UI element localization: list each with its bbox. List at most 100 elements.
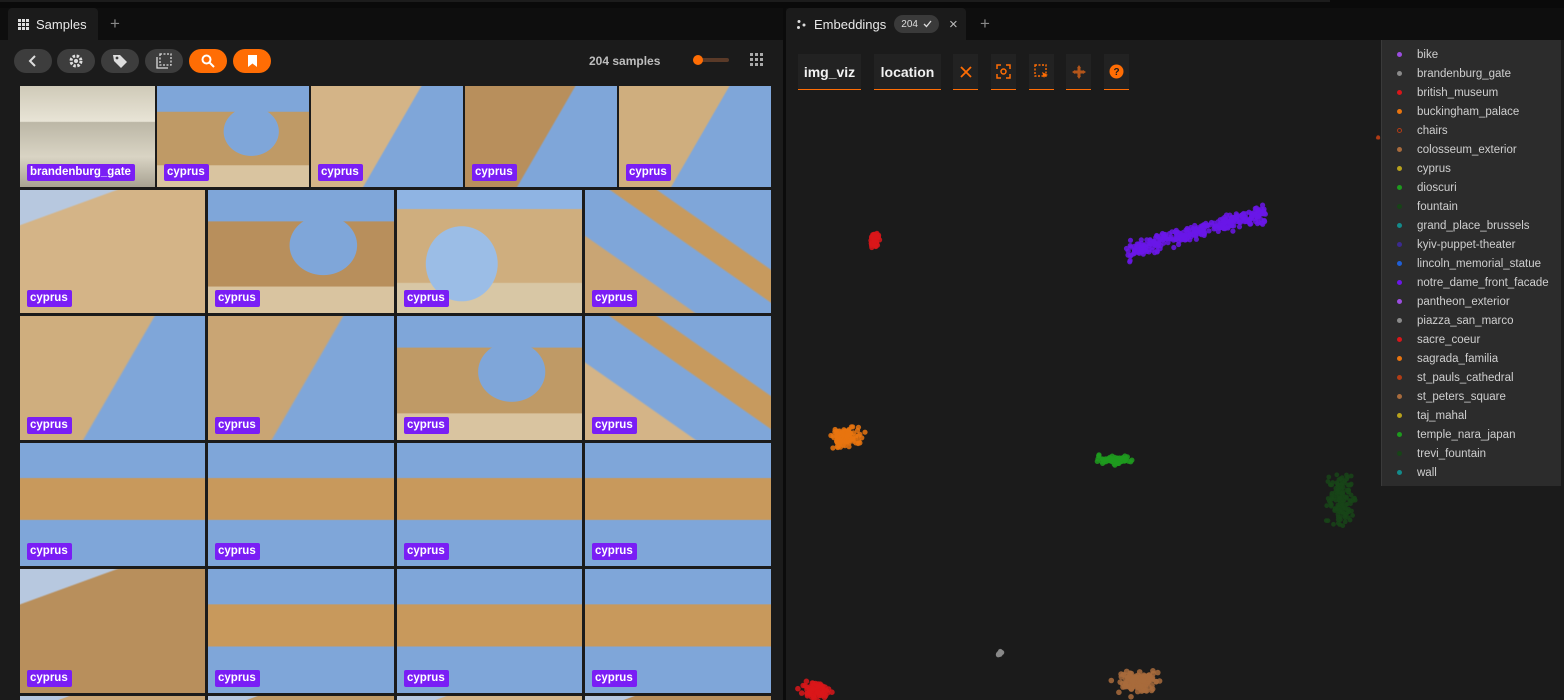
embedding-point[interactable] bbox=[1206, 228, 1212, 234]
embedding-point[interactable] bbox=[1334, 472, 1340, 478]
embedding-point[interactable] bbox=[1169, 229, 1175, 235]
sample-tile[interactable]: cyprus bbox=[619, 86, 771, 187]
legend-item[interactable]: sacre_coeur bbox=[1382, 330, 1561, 349]
embedding-point[interactable] bbox=[1176, 241, 1182, 248]
embedding-point[interactable] bbox=[855, 440, 861, 447]
embedding-point[interactable] bbox=[1127, 237, 1134, 243]
sample-tile[interactable]: cyprus bbox=[397, 316, 582, 440]
sample-tile[interactable]: cyprus bbox=[397, 443, 582, 566]
embedding-point[interactable] bbox=[1246, 220, 1253, 226]
embedding-point[interactable] bbox=[795, 685, 801, 692]
embedding-point[interactable] bbox=[828, 432, 834, 439]
cluster-buckingham_palace[interactable] bbox=[828, 424, 868, 451]
embedding-point[interactable] bbox=[1323, 518, 1329, 523]
legend-item[interactable]: notre_dame_front_facade bbox=[1382, 273, 1561, 292]
embedding-point[interactable] bbox=[997, 651, 1002, 656]
embedding-point[interactable] bbox=[1167, 236, 1173, 242]
clear-selection-button[interactable] bbox=[953, 54, 978, 90]
embedding-point[interactable] bbox=[1154, 249, 1160, 255]
embedding-point[interactable] bbox=[1241, 210, 1247, 217]
embedding-point[interactable] bbox=[1107, 456, 1113, 462]
embedding-point[interactable] bbox=[848, 424, 854, 430]
search-button[interactable] bbox=[189, 49, 227, 73]
color-by-selector[interactable]: location bbox=[874, 54, 941, 90]
fit-view-button[interactable] bbox=[991, 54, 1016, 90]
add-panel-button-right[interactable]: + bbox=[970, 8, 1000, 40]
legend-item[interactable]: wall bbox=[1382, 463, 1561, 482]
embedding-point[interactable] bbox=[1146, 684, 1152, 690]
grid-zoom-slider[interactable] bbox=[693, 55, 729, 65]
embedding-point[interactable] bbox=[845, 432, 851, 438]
embedding-point[interactable] bbox=[873, 243, 879, 250]
cluster-sacre_coeur[interactable] bbox=[795, 678, 835, 700]
patches-button[interactable] bbox=[145, 49, 183, 73]
tag-button[interactable] bbox=[101, 49, 139, 73]
embedding-point[interactable] bbox=[825, 686, 832, 692]
embedding-point[interactable] bbox=[1140, 243, 1146, 249]
embedding-point[interactable] bbox=[1345, 474, 1350, 480]
embedding-point[interactable] bbox=[1146, 673, 1152, 679]
embedding-point[interactable] bbox=[1348, 482, 1353, 488]
embedding-point[interactable] bbox=[1346, 487, 1352, 493]
embedding-point[interactable] bbox=[1133, 674, 1140, 681]
sample-tile[interactable]: cyprus bbox=[20, 569, 205, 693]
saved-views-button[interactable] bbox=[233, 49, 271, 73]
embedding-point[interactable] bbox=[871, 239, 877, 245]
sample-tile[interactable]: cyprus bbox=[208, 569, 394, 693]
sample-tile[interactable]: cyprus bbox=[585, 569, 771, 693]
embedding-point[interactable] bbox=[1328, 482, 1334, 488]
embedding-point[interactable] bbox=[1124, 674, 1131, 681]
embedding-point[interactable] bbox=[1150, 668, 1156, 674]
legend-item[interactable]: sagrada_familia bbox=[1382, 349, 1561, 368]
lasso-select-button[interactable] bbox=[1029, 54, 1054, 90]
embedding-point[interactable] bbox=[1252, 211, 1258, 217]
embedding-point[interactable] bbox=[1256, 219, 1262, 225]
sample-tile[interactable]: cyprus bbox=[157, 86, 309, 187]
embedding-point[interactable] bbox=[1128, 694, 1134, 700]
embedding-point[interactable] bbox=[803, 678, 810, 685]
embedding-point[interactable] bbox=[1116, 689, 1122, 696]
embedding-point[interactable] bbox=[1128, 685, 1135, 692]
legend-item[interactable]: trevi_fountain bbox=[1382, 444, 1561, 463]
brain-key-selector[interactable]: img_viz bbox=[798, 54, 861, 90]
legend-item[interactable]: fountain bbox=[1382, 197, 1561, 216]
embedding-point[interactable] bbox=[862, 429, 868, 435]
embedding-point[interactable] bbox=[804, 684, 810, 690]
embedding-point[interactable] bbox=[1253, 205, 1260, 211]
embedding-point[interactable] bbox=[1261, 217, 1267, 224]
embedding-point[interactable] bbox=[1339, 485, 1345, 491]
sample-tile[interactable]: cyprus bbox=[397, 569, 582, 693]
legend-item[interactable]: taj_mahal bbox=[1382, 406, 1561, 425]
embedding-point[interactable] bbox=[1221, 225, 1227, 232]
slider-knob[interactable] bbox=[693, 55, 703, 65]
embedding-point[interactable] bbox=[1256, 212, 1262, 219]
sample-tile[interactable]: cyprus bbox=[208, 316, 394, 440]
legend-item[interactable]: chairs bbox=[1382, 121, 1561, 140]
embedding-point[interactable] bbox=[814, 689, 821, 695]
legend-item[interactable]: bike bbox=[1382, 45, 1561, 64]
legend-item[interactable]: pantheon_exterior bbox=[1382, 292, 1561, 311]
cluster-trevi_fountain[interactable] bbox=[1323, 472, 1358, 529]
cluster-chairs[interactable] bbox=[1375, 135, 1381, 140]
legend-item[interactable]: kyiv-puppet-theater bbox=[1382, 235, 1561, 254]
legend-item[interactable]: st_peters_square bbox=[1382, 387, 1561, 406]
sample-tile[interactable]: cyprus bbox=[208, 190, 394, 313]
embedding-point[interactable] bbox=[1350, 513, 1355, 518]
grid-settings-icon[interactable] bbox=[750, 53, 763, 66]
legend-item[interactable]: british_museum bbox=[1382, 83, 1561, 102]
sample-tile[interactable]: cyprus bbox=[20, 316, 205, 440]
embedding-point[interactable] bbox=[1171, 244, 1177, 251]
help-button[interactable]: ? bbox=[1104, 54, 1129, 90]
embedding-point[interactable] bbox=[870, 232, 876, 238]
embedding-point[interactable] bbox=[1130, 251, 1137, 257]
tab-embeddings[interactable]: Embeddings 204 × bbox=[786, 8, 966, 40]
tab-samples[interactable]: Samples bbox=[8, 8, 98, 40]
embedding-point[interactable] bbox=[1155, 669, 1161, 676]
sample-tile[interactable]: cyprus bbox=[397, 190, 582, 313]
embedding-point[interactable] bbox=[837, 444, 844, 450]
embedding-point[interactable] bbox=[1162, 231, 1168, 238]
embedding-point[interactable] bbox=[1196, 228, 1202, 234]
embedding-point[interactable] bbox=[1138, 237, 1144, 243]
sample-tile[interactable] bbox=[20, 696, 205, 700]
embedding-point[interactable] bbox=[1240, 216, 1247, 222]
